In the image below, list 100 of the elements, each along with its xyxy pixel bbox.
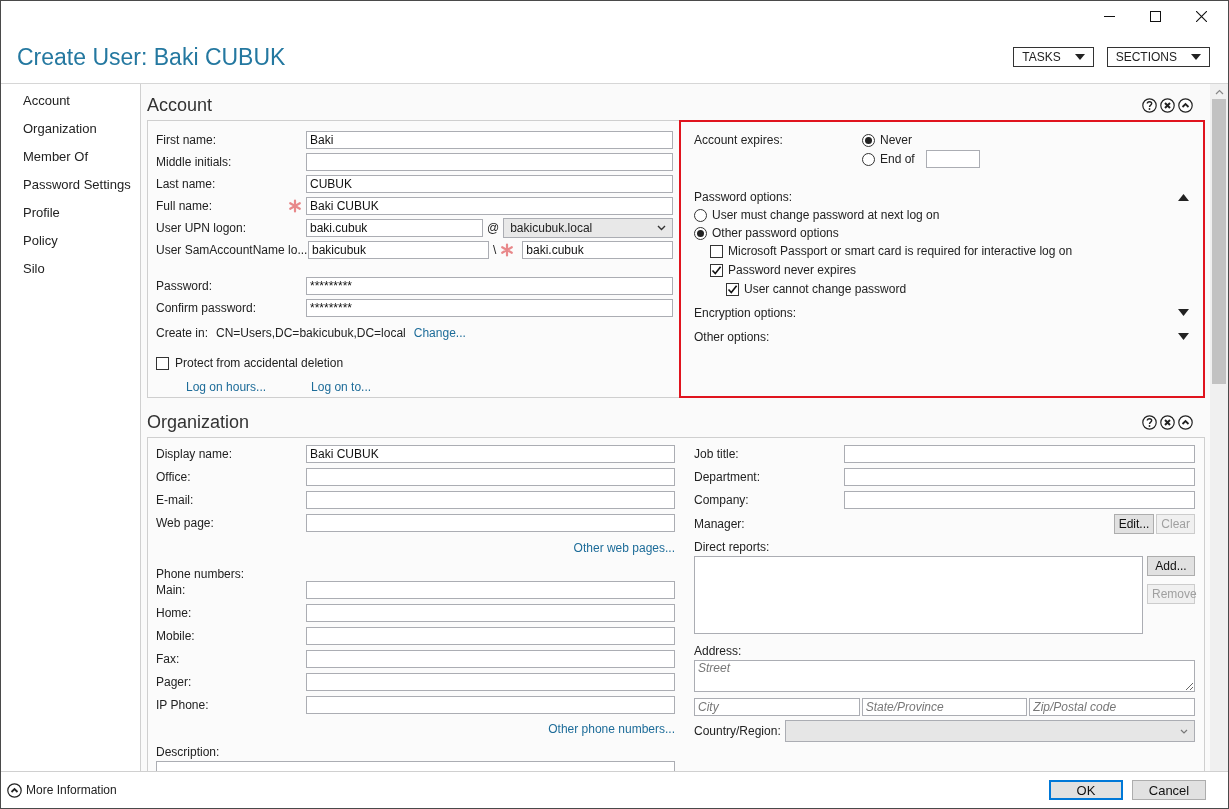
text-field[interactable]: baki.cubuk (306, 219, 483, 237)
text-field[interactable]: bakicubuk (308, 241, 489, 259)
collapse-triangle-icon[interactable] (1178, 193, 1189, 201)
caret-icon (1074, 54, 1085, 60)
date-field[interactable] (925, 150, 980, 168)
maximize-icon[interactable] (1149, 10, 1161, 22)
field-label: IP Phone: (156, 698, 210, 712)
group-label: Phone numbers: (156, 567, 246, 581)
text-field[interactable] (306, 468, 675, 486)
nav-item[interactable]: Member Of (1, 148, 88, 176)
field-label: Pager: (156, 675, 193, 689)
close-icon[interactable] (1160, 414, 1175, 430)
password-field[interactable]: ********* (306, 277, 673, 295)
nav-item[interactable]: Profile (1, 204, 60, 232)
radio-button[interactable] (694, 226, 707, 240)
chevron-down-icon (1180, 728, 1188, 734)
caret-icon (1191, 54, 1201, 60)
nav-item[interactable]: Organization (1, 120, 97, 148)
text-field[interactable]: Baki CUBUK (306, 197, 673, 215)
text-field[interactable] (844, 445, 1195, 463)
checkbox[interactable] (710, 244, 723, 258)
text-field[interactable] (306, 650, 675, 668)
text-field[interactable] (844, 491, 1195, 509)
street-field[interactable]: Street (694, 660, 1195, 692)
group-label: Other options: (694, 329, 770, 344)
field-label: Company: (694, 493, 750, 507)
text-field[interactable]: baki.cubuk (522, 241, 673, 259)
nav-item[interactable]: Account (1, 92, 70, 120)
dropdown-button[interactable]: SECTIONS (1106, 47, 1210, 67)
text-field[interactable] (844, 468, 1195, 486)
nav-item[interactable]: Silo (1, 260, 45, 288)
help-icon[interactable] (1142, 97, 1157, 113)
field-label: Direct reports: (694, 540, 771, 554)
field-label: Office: (156, 470, 192, 484)
field-label: E-mail: (156, 493, 195, 507)
radio-label: Other password options (712, 226, 839, 240)
field-label: Confirm password: (156, 301, 258, 315)
text-field[interactable] (306, 673, 675, 691)
more-information-link[interactable]: More Information (26, 783, 117, 797)
field-label: Manager: (694, 517, 745, 531)
expand-triangle-icon[interactable] (1178, 333, 1189, 340)
button[interactable]: Add... (1147, 556, 1195, 576)
domain-dropdown[interactable]: bakicubuk.local (503, 218, 673, 238)
text-field[interactable] (306, 491, 675, 509)
link[interactable]: Other phone numbers... (548, 722, 675, 736)
link[interactable]: Log on to... (311, 380, 372, 394)
scroll-up-icon[interactable] (1214, 89, 1224, 95)
text-field[interactable] (306, 627, 675, 645)
help-icon[interactable] (1142, 414, 1157, 430)
dialog-button[interactable]: Cancel (1132, 780, 1206, 800)
collapse-icon[interactable] (1178, 97, 1193, 113)
window-title: Create User: Baki CUBUK (17, 43, 287, 71)
checkbox[interactable] (156, 356, 169, 370)
field-label: Fax: (156, 652, 181, 666)
field-label: Account expires: (694, 133, 784, 149)
nav-item[interactable]: Policy (1, 232, 58, 260)
text-field[interactable]: CUBUK (306, 175, 673, 193)
text-field[interactable]: Baki CUBUK (306, 445, 675, 463)
separator-text: @ (487, 221, 500, 235)
link[interactable]: Log on hours... (186, 380, 267, 394)
radio-button[interactable] (694, 208, 707, 222)
dropdown-button[interactable]: TASKS (1013, 47, 1094, 67)
group-label: Password options: (694, 190, 793, 204)
field-label: Country/Region: (694, 724, 781, 738)
field-label: Home: (156, 606, 193, 620)
link[interactable]: Other web pages... (573, 541, 675, 555)
radio-button[interactable] (862, 152, 875, 166)
collapse-icon[interactable] (1178, 414, 1193, 430)
text-field[interactable] (306, 581, 675, 599)
close-icon[interactable] (1160, 97, 1175, 113)
text-field[interactable]: Baki (306, 131, 673, 149)
section-heading: Account (147, 94, 214, 116)
scrollbar[interactable] (1210, 84, 1228, 771)
field-label: Description: (156, 745, 221, 759)
expand-icon[interactable] (7, 782, 22, 798)
text-field[interactable] (306, 153, 673, 171)
group-label: Encryption options: (694, 305, 797, 320)
text-field[interactable] (306, 696, 675, 714)
text-field[interactable] (306, 604, 675, 622)
change-link[interactable]: Change... (413, 326, 466, 340)
button[interactable]: Edit... (1113, 514, 1155, 534)
field-label: User UPN logon: (156, 221, 248, 235)
nav-item[interactable]: Password Settings (1, 176, 131, 204)
address-field[interactable]: State/Province (861, 698, 1028, 716)
address-field[interactable]: City (694, 698, 860, 716)
section-heading: Organization (147, 411, 251, 433)
password-field[interactable]: ********* (306, 299, 673, 317)
text-field[interactable] (306, 514, 675, 532)
address-field[interactable]: Zip/Postal code (1029, 698, 1195, 716)
close-icon[interactable] (1195, 10, 1207, 22)
field-label: Display name: (156, 447, 234, 461)
minimize-icon[interactable] (1103, 15, 1115, 17)
dialog-button[interactable]: OK (1049, 780, 1123, 800)
checkbox[interactable] (710, 263, 723, 277)
field-label: Web page: (156, 516, 215, 530)
radio-button[interactable] (862, 133, 875, 147)
expand-triangle-icon[interactable] (1178, 309, 1189, 316)
container-path: CN=Users,DC=bakicubuk,DC=local (216, 326, 406, 340)
separator-text: \ (493, 243, 497, 257)
checkbox[interactable] (726, 282, 739, 296)
